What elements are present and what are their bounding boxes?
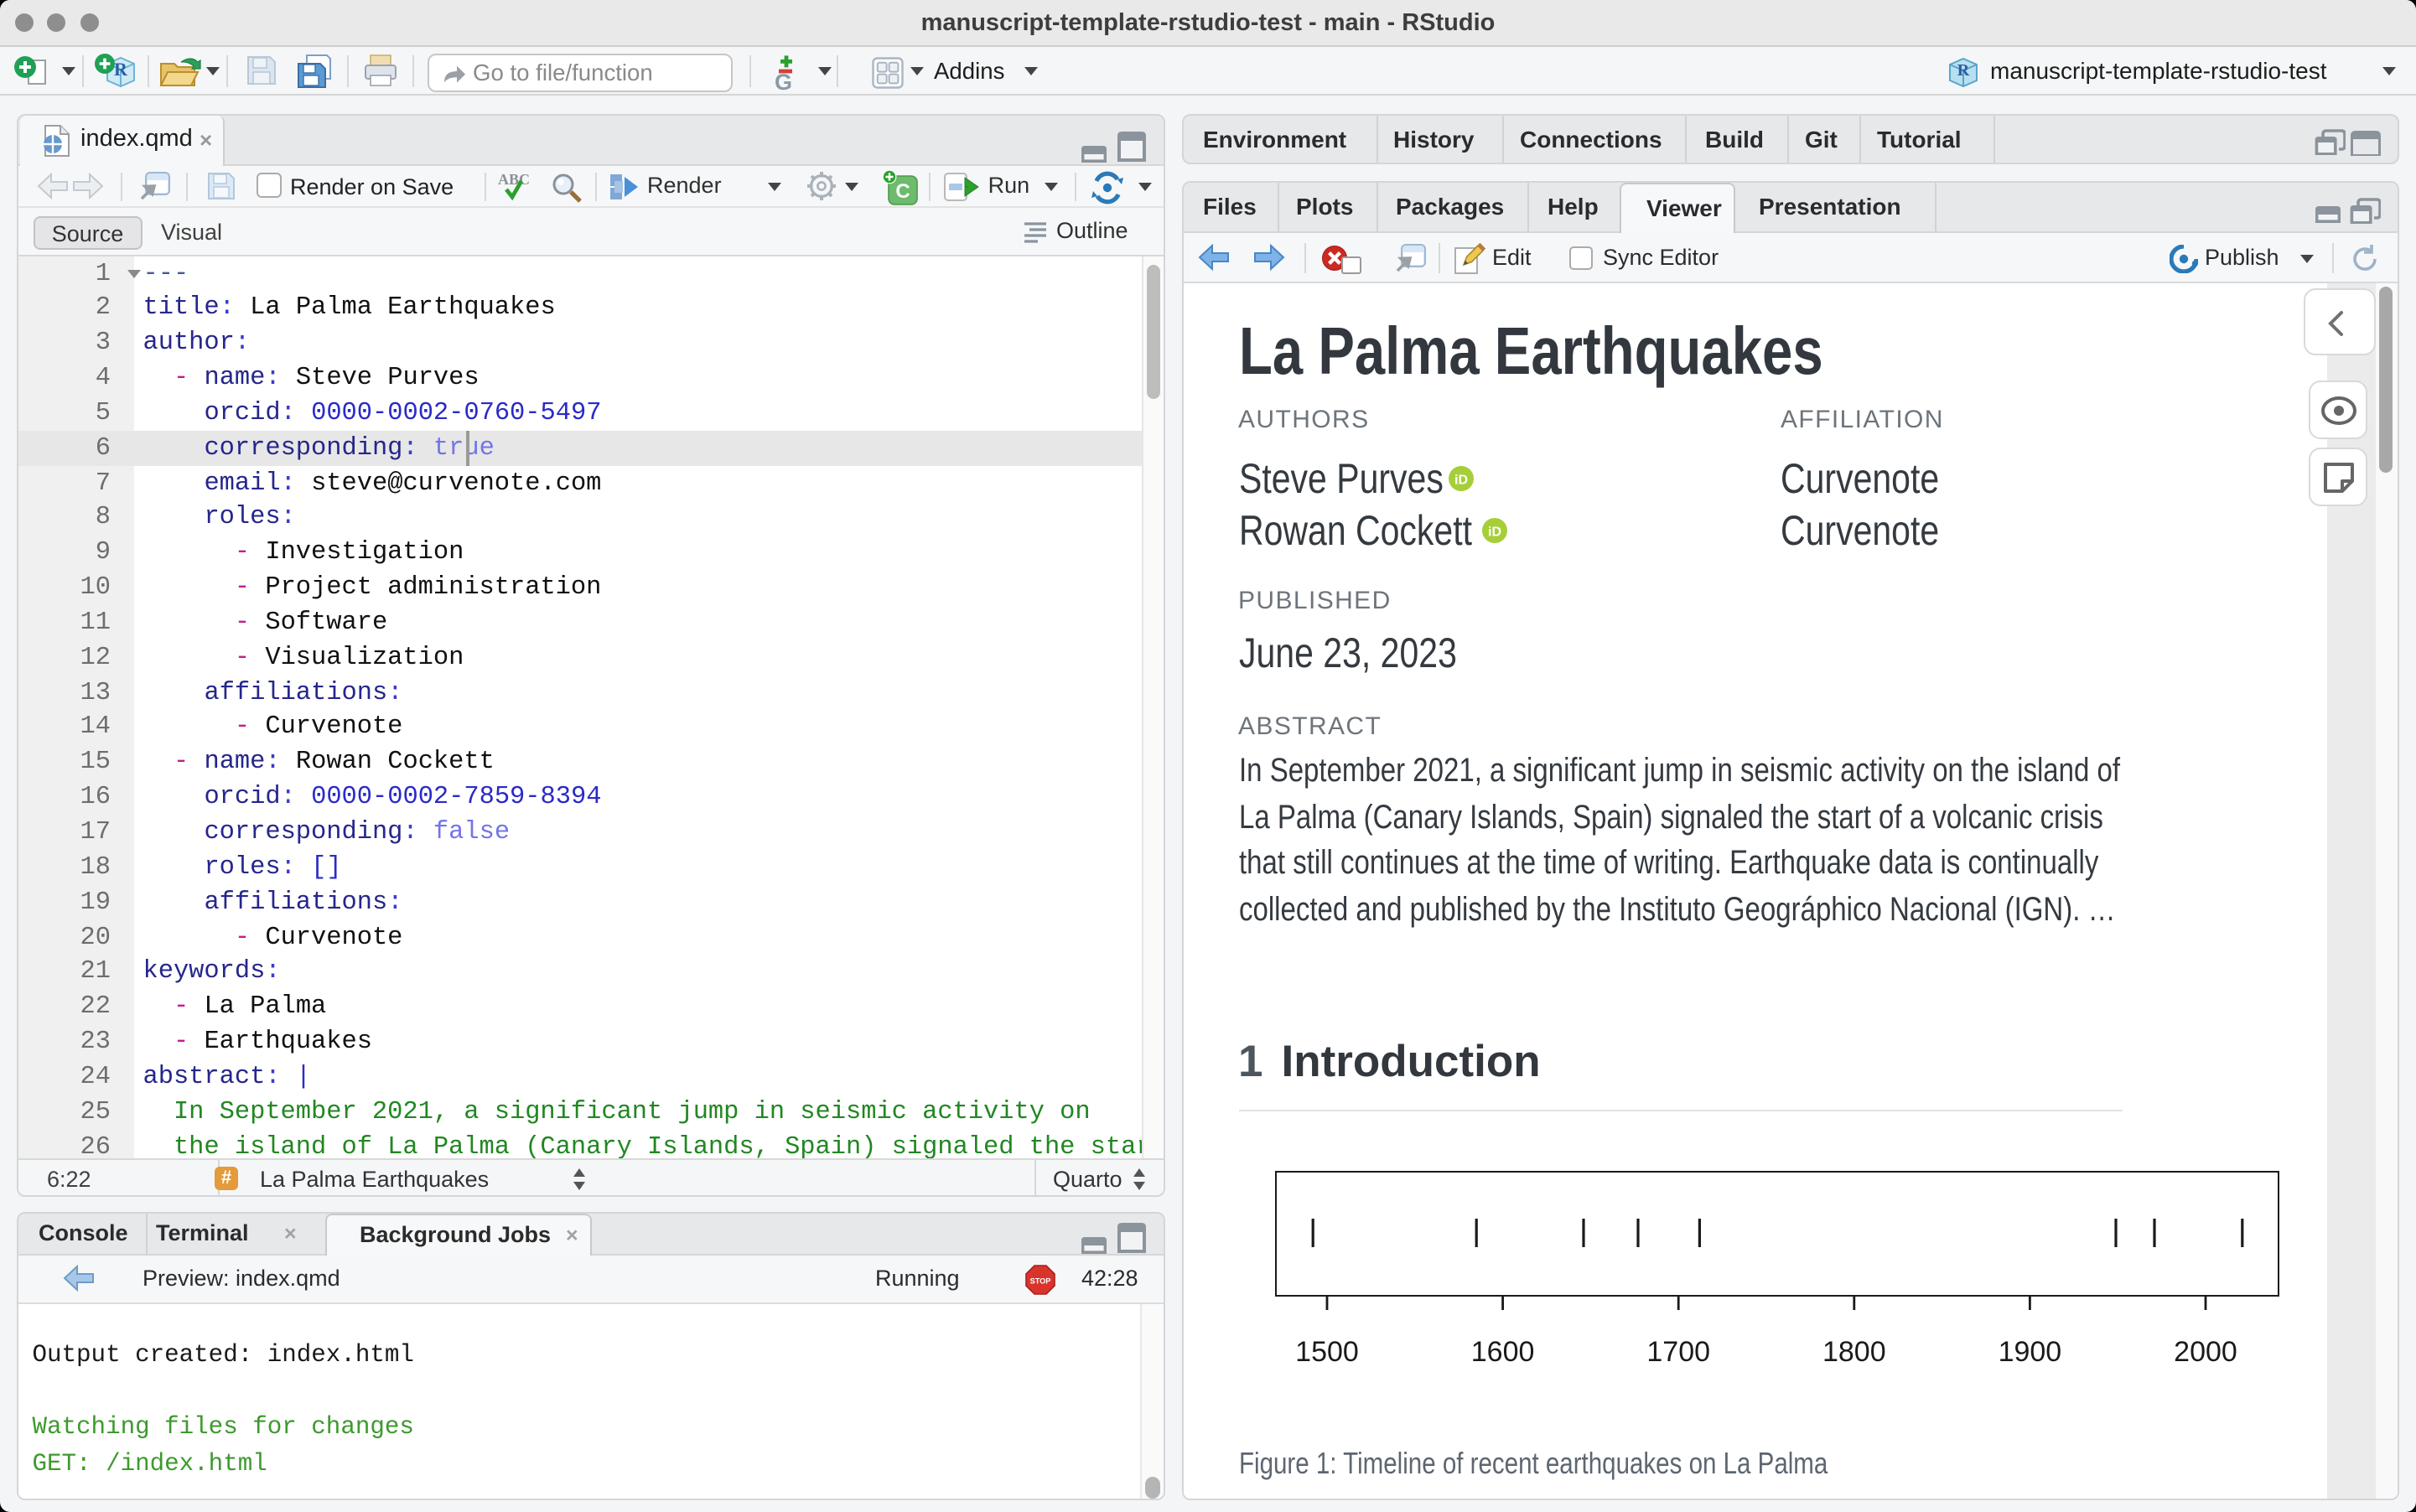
svg-text:2000: 2000: [2174, 1336, 2237, 1368]
svg-text:1500: 1500: [1295, 1336, 1359, 1368]
svg-text:R: R: [1957, 61, 1970, 80]
svg-text:STOP: STOP: [1029, 1276, 1050, 1285]
svg-text:iD: iD: [1454, 474, 1468, 488]
svg-text:C: C: [894, 179, 909, 202]
svg-text:1800: 1800: [1822, 1336, 1886, 1368]
svg-text:iD: iD: [1488, 525, 1501, 539]
svg-text:1700: 1700: [1646, 1336, 1710, 1368]
svg-text:ABC: ABC: [498, 171, 530, 188]
svg-text:G: G: [775, 69, 792, 91]
svg-text:R: R: [114, 59, 128, 80]
svg-text:1900: 1900: [1999, 1336, 2062, 1368]
svg-text:1600: 1600: [1471, 1336, 1535, 1368]
